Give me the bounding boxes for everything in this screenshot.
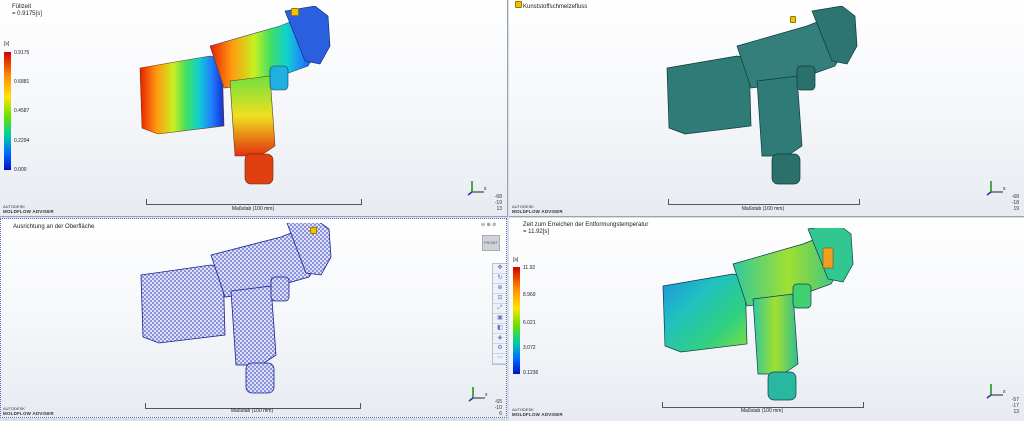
- viewport-ejection-time[interactable]: Zeit zum Erreichen der Entformungstemper…: [509, 218, 1024, 421]
- moldflow-logo: AUTODESK MOLDFLOW ADVISER: [512, 407, 563, 417]
- rotation-readout: -68 -18 19: [1011, 194, 1019, 212]
- legend-unit: [s]: [4, 41, 10, 47]
- legend-label: 0.6881: [14, 79, 30, 85]
- color-legend-bar: [513, 267, 520, 374]
- rotation-readout: -57 -17 13: [1011, 397, 1019, 415]
- viewport-surface-orientation[interactable]: Ausrichtung an der Oberfläche ⊖ ⊕ ⊘ FRON…: [0, 218, 507, 418]
- scale-label: Maßstab (100 mm): [230, 408, 274, 414]
- moldflow-logo: AUTODESK MOLDFLOW ADVISER: [512, 204, 563, 214]
- legend-label: 0.2294: [14, 138, 30, 144]
- front-view-icon[interactable]: ▣: [493, 314, 506, 324]
- svg-text:x: x: [1003, 186, 1006, 192]
- part-model-mesh: [140, 223, 332, 394]
- svg-text:x: x: [485, 392, 488, 398]
- iso-view-icon[interactable]: ◈: [493, 334, 506, 344]
- svg-text:x: x: [484, 186, 487, 192]
- more-icon[interactable]: ⋯: [493, 354, 506, 364]
- legend-label: 6.021: [523, 320, 536, 326]
- scale-bar: [146, 199, 362, 205]
- scale-label: Maßstab (100 mm): [741, 206, 785, 212]
- rotation-readout: -65 -10 6: [494, 399, 502, 417]
- legend-label-min: 0.000: [14, 167, 27, 173]
- part-model-ejection-time: [662, 228, 854, 401]
- legend-label: 0.4587: [14, 108, 30, 114]
- navigation-toolbar[interactable]: ✥ ↻ ⊕ ⊡ ⤢ ▣ ◧ ◈ ⚙ ⋯: [492, 263, 506, 365]
- settings-icon[interactable]: ⚙: [493, 344, 506, 354]
- result-title: Kunststoffschmelzefluss: [523, 4, 588, 10]
- legend-label-max: 0.9175: [14, 50, 30, 56]
- legend-unit: [s]: [513, 257, 519, 263]
- rotation-readout: -68 -19 13: [494, 194, 502, 212]
- fit-icon[interactable]: ⤢: [493, 304, 506, 314]
- legend-label-min: 0.1236: [523, 370, 539, 376]
- legend-label-max: 11.92: [523, 265, 536, 271]
- legend-label: 8.969: [523, 292, 536, 298]
- top-view-icon[interactable]: ◧: [493, 324, 506, 334]
- scale-bar: [668, 199, 860, 205]
- injection-point-marker: [515, 1, 522, 8]
- part-model-melt-flow: [666, 6, 858, 185]
- viewport-corner-buttons[interactable]: ⊖ ⊕ ⊘: [481, 222, 496, 228]
- result-title: Ausrichtung an der Oberfläche: [13, 224, 95, 230]
- moldflow-logo: AUTODESK MOLDFLOW ADVISER: [3, 204, 54, 214]
- pan-icon[interactable]: ✥: [493, 264, 506, 274]
- viewport-fill-time[interactable]: Füllzeit = 0.9175[s] [s] 0.9175 0.6881 0…: [0, 0, 508, 217]
- part-model-fill-time: [139, 6, 331, 185]
- rotate-icon[interactable]: ↻: [493, 274, 506, 284]
- scale-label: Maßstab (100 mm): [231, 206, 275, 212]
- moldflow-logo: AUTODESK MOLDFLOW ADVISER: [3, 406, 54, 416]
- color-legend-bar: [4, 52, 11, 170]
- result-title: Füllzeit = 0.9175[s]: [12, 4, 42, 17]
- scale-label: Maßstab (100 mm): [740, 408, 784, 414]
- four-view-layout: Füllzeit = 0.9175[s] [s] 0.9175 0.6881 0…: [0, 0, 1024, 421]
- injection-point-marker: [291, 8, 299, 16]
- injection-point-marker: [790, 16, 796, 23]
- zoom-window-icon[interactable]: ⊡: [493, 294, 506, 304]
- result-title: Zeit zum Erreichen der Entformungstemper…: [523, 222, 649, 235]
- view-cube[interactable]: FRONT: [482, 235, 500, 251]
- legend-label: 3.072: [523, 345, 536, 351]
- zoom-icon[interactable]: ⊕: [493, 284, 506, 294]
- viewport-melt-flow[interactable]: Kunststoffschmelzefluss x -68 -18 19 Maß…: [509, 0, 1024, 217]
- injection-point-marker: [310, 227, 317, 234]
- svg-text:x: x: [1003, 389, 1006, 395]
